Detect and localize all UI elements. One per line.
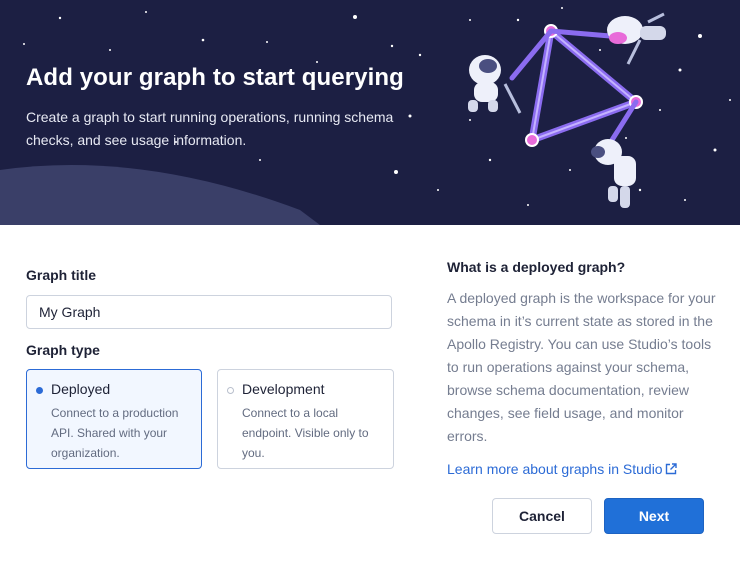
radio-unselected-icon[interactable] [227, 387, 234, 394]
graph-title-label: Graph title [26, 267, 97, 283]
next-button[interactable]: Next [604, 498, 704, 534]
learn-more-link[interactable]: Learn more about graphs in Studio [447, 461, 677, 477]
hero-title: Add your graph to start querying [26, 64, 404, 91]
option-title: Development [242, 381, 325, 397]
hero-subtitle: Create a graph to start running operatio… [26, 109, 394, 148]
option-title: Deployed [51, 381, 111, 397]
info-heading: What is a deployed graph? [447, 259, 626, 275]
graph-type-option-development[interactable]: Development Connect to a local endpoint.… [217, 369, 394, 469]
option-description: Connect to a production API. Shared with… [51, 406, 179, 460]
astronauts-illustration [468, 12, 666, 208]
option-description: Connect to a local endpoint. Visible onl… [242, 406, 369, 460]
hero-banner: Add your graph to start querying Create … [0, 0, 740, 225]
external-link-icon [665, 463, 677, 475]
graph-type-label: Graph type [26, 342, 100, 358]
info-body: A deployed graph is the workspace for yo… [447, 290, 716, 444]
graph-type-option-deployed[interactable]: Deployed Connect to a production API. Sh… [26, 369, 202, 469]
cancel-button[interactable]: Cancel [492, 498, 592, 534]
radio-selected-icon[interactable] [36, 387, 43, 394]
learn-more-text: Learn more about graphs in Studio [447, 461, 663, 477]
graph-title-input[interactable] [26, 295, 392, 329]
